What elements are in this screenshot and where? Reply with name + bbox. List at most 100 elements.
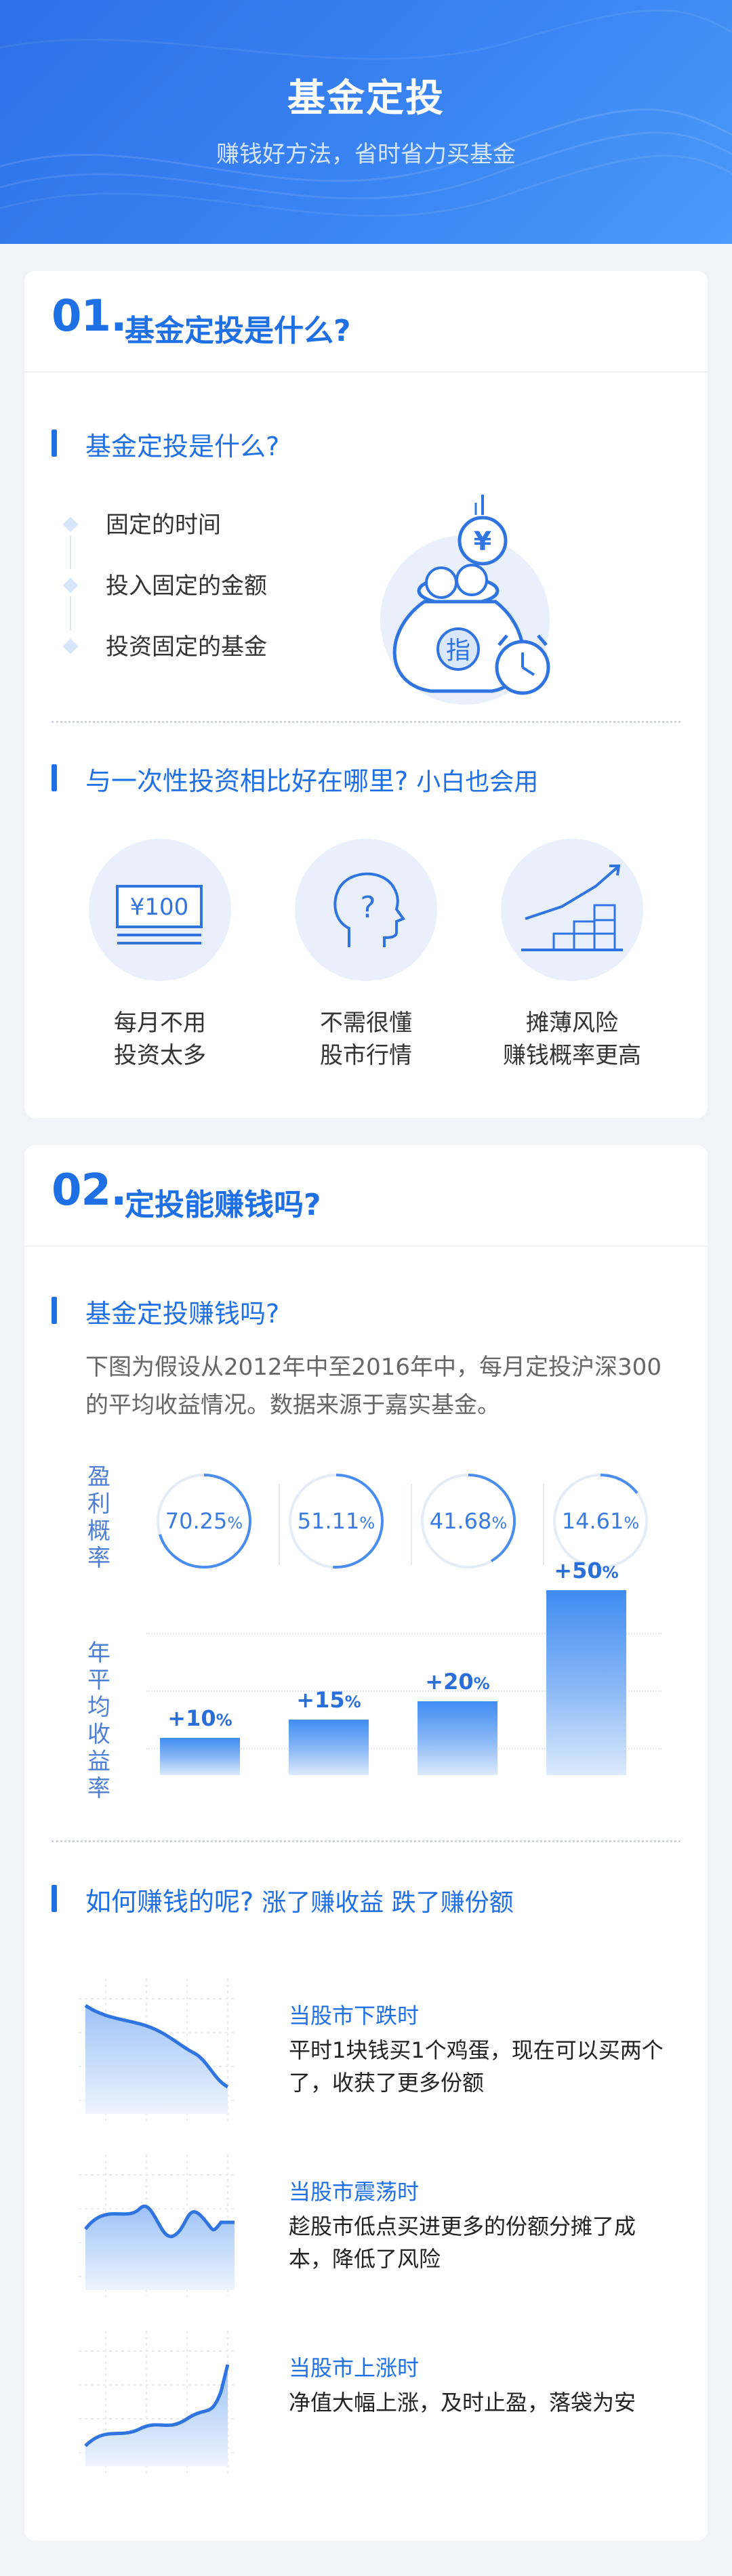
feature-label-line: 不需很懂 [320,1010,412,1037]
rising-chart-icon [79,2331,235,2473]
section-card-what: 01. 基金定投是什么? 基金定投是什么? 固定的时间 投入固定的金额 投资固定… [24,271,708,1118]
connector-line [70,596,71,630]
label-char: 概 [87,1518,110,1545]
feature-label-line: 股市行情 [320,1042,412,1069]
section-card-earn: 02. 定投能赚钱吗? 基金定投赚钱吗? 下图为假设从2012年中至2016年中… [24,1145,708,2541]
ring-value: 51.11% [297,1508,375,1534]
subsection-title-text: 与一次性投资相比好在哪里? [85,766,409,796]
list-item: 投入固定的金额 [62,569,267,630]
section-number: 02. [52,1165,127,1216]
label-char: 平 [87,1667,110,1694]
list-item-text: 固定的时间 [106,512,221,539]
return-bar [289,1720,369,1775]
return-bar [546,1590,626,1775]
section-divider [52,1840,680,1842]
case-text: 趁股市低点买进更多的份额分摊了成本，降低了风险 [289,2214,636,2272]
wave-chart-icon [79,2155,235,2297]
label-char: 利 [87,1491,110,1518]
page-title: 基金定投 [287,77,445,121]
profit-probability-ring: 14.61% [550,1470,651,1572]
section-header: 01. 基金定投是什么? [24,271,708,373]
label-char: 年 [87,1640,110,1667]
list-item: 投资固定的基金 [62,630,267,691]
feature-item: ¥100 每月不用 投资太多 [65,839,255,1072]
list-item-text: 投入固定的金额 [106,573,267,600]
return-bar [160,1738,240,1775]
case-text: 净值大幅上涨，及时止盈，落袋为安 [289,2390,636,2415]
list-item-text: 投资固定的基金 [106,633,267,661]
annual-return-label: 年 平 均 收 益 率 [85,1640,113,1802]
return-bar [418,1701,497,1775]
label-char: 率 [87,1545,110,1572]
definition-list: 固定的时间 投入固定的金额 投资固定的基金 [62,508,267,691]
banknote-icon: ¥100 [89,839,231,981]
svg-text:?: ? [360,890,375,925]
feature-label: 每月不用 投资太多 [65,1007,255,1072]
subsection-title-text: 基金定投赚钱吗? [85,1299,280,1329]
ring-value: 41.68% [429,1508,508,1534]
diamond-bullet-icon [62,577,79,594]
subsection-title-compare: 与一次性投资相比好在哪里? 小白也会用 [52,760,538,797]
page-subtitle: 赚钱好方法，省时省力买基金 [216,141,516,168]
svg-text:¥: ¥ [474,526,491,556]
svg-text:¥100: ¥100 [130,894,189,921]
subsection-title-how: 如何赚钱的呢? 涨了赚收益 跌了赚份额 [52,1881,514,1918]
case-item: 当股市上涨时 净值大幅上涨，及时止盈，落袋为安 [65,2324,675,2480]
falling-chart-icon [79,1978,235,2121]
feature-label: 不需很懂 股市行情 [271,1007,461,1072]
annual-return-bar-chart: +10% +15% +20% +50% [146,1558,662,1775]
label-char: 收 [87,1721,110,1748]
subsection-title-earn: 基金定投赚钱吗? [52,1293,279,1330]
bar-value-label: +50% [554,1558,619,1584]
feature-label-line: 摊薄风险 [526,1010,618,1037]
case-title: 当股市下跌时 [289,2003,420,2029]
subsection-title-what: 基金定投是什么? [52,425,279,463]
feature-label-line: 赚钱概率更高 [503,1042,641,1069]
feature-label-line: 投资太多 [114,1042,206,1069]
title-accent-bar [52,1297,57,1324]
case-text: 平时1块钱买1个鸡蛋，现在可以买两个了，收获了更多份额 [289,2037,664,2096]
section-title: 基金定投是什么? [125,314,351,348]
bar-value-label: +20% [425,1668,490,1695]
bar-value-label: +10% [167,1705,232,1732]
subsection-subtitle-text: 涨了赚收益 跌了赚份额 [262,1889,514,1917]
svg-text:指: 指 [446,637,470,665]
profit-probability-ring: 51.11% [285,1470,387,1572]
section-number: 01. [52,291,127,341]
title-accent-bar [52,430,57,457]
section-divider [52,721,680,723]
case-title: 当股市上涨时 [289,2355,420,2381]
title-accent-bar [52,764,57,791]
diamond-bullet-icon [62,516,79,533]
ring-value: 14.61% [561,1508,640,1534]
feature-label: 摊薄风险 赚钱概率更高 [477,1007,667,1072]
subsection-title-text: 如何赚钱的呢? [85,1887,254,1917]
case-item: 当股市震荡时 趁股市低点买进更多的份额分摊了成本，降低了风险 [65,2148,675,2304]
bar-value-label: +15% [296,1687,361,1713]
profit-probability-label: 盈 利 概 率 [85,1463,113,1572]
section-title: 定投能赚钱吗? [125,1188,321,1222]
money-bag-illustration: ¥ 指 [380,495,550,705]
diamond-bullet-icon [62,638,79,655]
ring-divider [411,1484,412,1565]
subsection-subtitle-text: 小白也会用 [416,768,539,796]
feature-item: ? 不需很懂 股市行情 [271,839,461,1072]
label-char: 益 [87,1748,110,1775]
ring-divider [543,1484,544,1565]
case-title: 当股市震荡时 [289,2179,420,2205]
label-char: 率 [87,1775,110,1802]
title-accent-bar [52,1885,57,1912]
head-question-icon: ? [295,839,437,981]
subsection-title-text: 基金定投是什么? [85,432,280,461]
connector-line [70,535,71,569]
section-header: 02. 定投能赚钱吗? [24,1145,708,1247]
label-char: 盈 [87,1463,110,1491]
profit-probability-ring: 70.25% [153,1470,255,1572]
feature-label-line: 每月不用 [114,1010,206,1037]
page-header: 基金定投 赚钱好方法，省时省力买基金 [0,0,732,244]
label-char: 均 [87,1694,110,1721]
ring-divider [279,1484,280,1565]
chart-description: 下图为假设从2012年中至2016年中，每月定投沪深300的平均收益情况。数据来… [85,1354,662,1419]
list-item: 固定的时间 [62,508,267,569]
ring-value: 70.25% [165,1508,243,1534]
